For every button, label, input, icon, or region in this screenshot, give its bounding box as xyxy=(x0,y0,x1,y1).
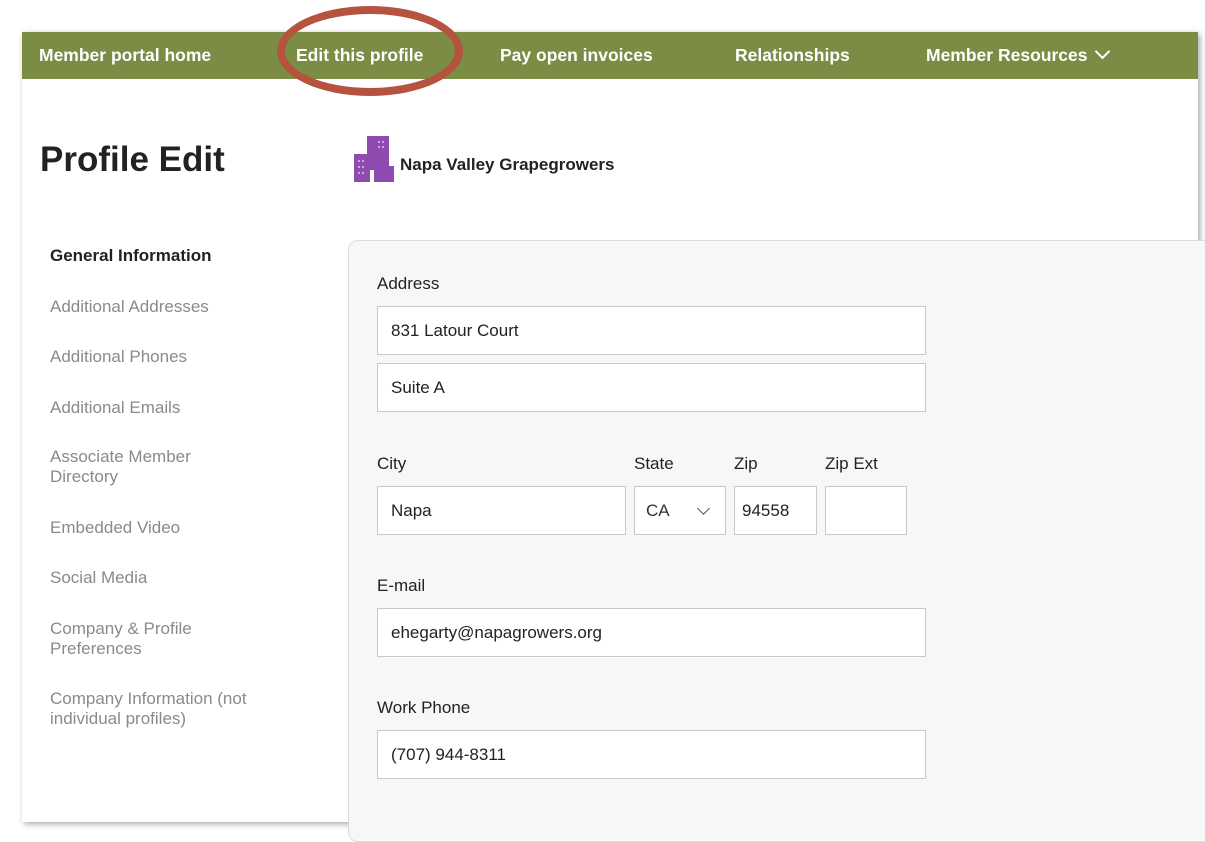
email-field[interactable] xyxy=(377,608,926,657)
state-selected-value: CA xyxy=(646,501,670,520)
nav-pay-open-invoices[interactable]: Pay open invoices xyxy=(500,32,653,79)
nav-member-resources-label: Member Resources xyxy=(926,45,1088,65)
chevron-down-icon xyxy=(697,502,710,515)
sidebar-item-additional-phones[interactable]: Additional Phones xyxy=(50,347,300,367)
sidebar-item-company-information[interactable]: Company Information (not individual prof… xyxy=(50,689,290,729)
page-title: Profile Edit xyxy=(40,140,225,179)
state-select[interactable]: CA xyxy=(634,486,726,535)
nav-relationships[interactable]: Relationships xyxy=(735,32,850,79)
zip-ext-label: Zip Ext xyxy=(825,454,878,473)
zip-input[interactable] xyxy=(734,486,817,535)
nav-edit-this-profile[interactable]: Edit this profile xyxy=(296,32,423,79)
organization-header: Napa Valley Grapegrowers xyxy=(354,136,615,189)
sidebar-item-embedded-video[interactable]: Embedded Video xyxy=(50,518,300,538)
organization-name: Napa Valley Grapegrowers xyxy=(400,154,615,174)
city-input[interactable] xyxy=(377,486,626,535)
email-label: E-mail xyxy=(377,576,426,595)
sidebar-item-company-profile-preferences[interactable]: Company & Profile Preferences xyxy=(50,619,230,659)
address-label: Address xyxy=(377,274,440,293)
zip-ext-input[interactable] xyxy=(825,486,907,535)
sidebar-item-additional-emails[interactable]: Additional Emails xyxy=(50,398,300,418)
sidebar-item-additional-addresses[interactable]: Additional Addresses xyxy=(50,297,300,317)
address-line2-input[interactable] xyxy=(377,363,926,412)
nav-member-portal-home[interactable]: Member portal home xyxy=(39,32,211,79)
city-label: City xyxy=(377,454,407,473)
top-navbar: Member portal home Edit this profile Pay… xyxy=(22,32,1198,79)
address-line1-input[interactable] xyxy=(377,306,926,355)
nav-member-resources[interactable]: Member Resources xyxy=(926,32,1111,79)
work-phone-input[interactable] xyxy=(377,730,926,779)
sidebar-item-general-information[interactable]: General Information xyxy=(50,246,300,266)
sidebar-item-associate-member-directory[interactable]: Associate Member Directory xyxy=(50,447,230,487)
zip-label: Zip xyxy=(734,454,758,473)
sidebar-item-social-media[interactable]: Social Media xyxy=(50,568,300,588)
work-phone-label: Work Phone xyxy=(377,698,471,717)
chevron-down-icon xyxy=(1095,43,1111,60)
building-icon xyxy=(354,136,396,189)
state-label: State xyxy=(634,454,674,473)
